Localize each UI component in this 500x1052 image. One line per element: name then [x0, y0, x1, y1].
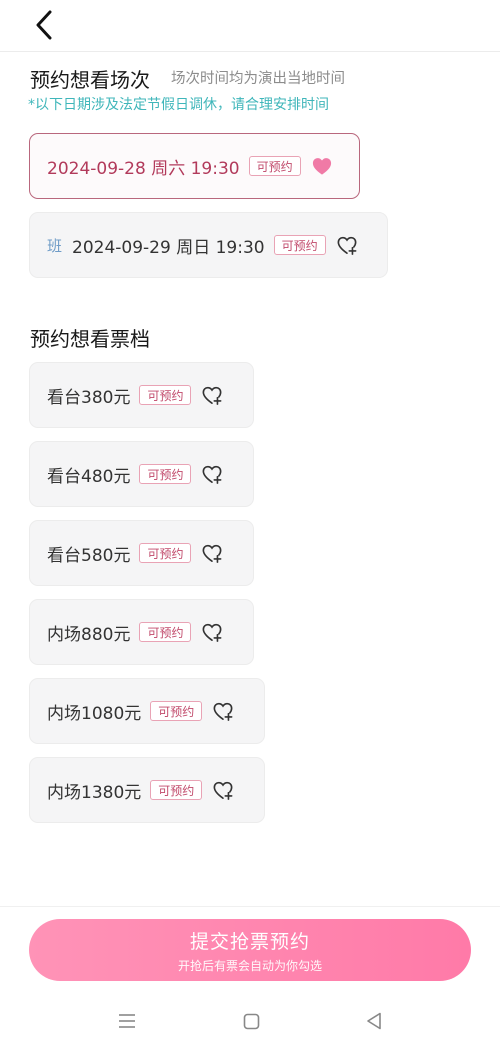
home-button[interactable]: [236, 1008, 266, 1034]
heart-plus-icon: [212, 780, 234, 800]
status-badge: 可预约: [139, 622, 192, 642]
heart-plus-icon: [201, 464, 223, 484]
home-square-icon: [243, 1013, 259, 1029]
chevron-left-icon: [36, 10, 52, 40]
top-bar: [0, 0, 500, 52]
back-button[interactable]: [26, 6, 62, 44]
system-nav-bar: [0, 990, 500, 1052]
heart-plus-icon: [201, 543, 223, 563]
sessions-title: 预约想看场次: [30, 68, 150, 92]
session-date: 2024-09-29 周日 19:30: [72, 237, 265, 258]
submit-hint: 开抢后有票会自动为你勾选: [177, 958, 322, 973]
holiday-notice: *以下日期涉及法定节假日调休，请合理安排时间: [28, 97, 329, 113]
ticket-option-580[interactable]: 看台580元 可预约: [29, 520, 254, 586]
workday-tag: 班: [47, 236, 63, 255]
ticket-price: 看台480元: [47, 466, 131, 487]
heart-plus-icon: [201, 385, 223, 405]
ticket-price: 内场1380元: [47, 782, 142, 803]
status-badge: 可预约: [273, 235, 326, 255]
session-option-2[interactable]: 班 2024-09-29 周日 19:30 可预约: [29, 212, 388, 278]
menu-button[interactable]: [112, 1008, 142, 1034]
ticket-option-1380[interactable]: 内场1380元 可预约: [29, 757, 265, 823]
ticket-price: 内场1080元: [47, 703, 142, 724]
status-badge: 可预约: [150, 701, 203, 721]
tickets-title: 预约想看票档: [30, 327, 150, 351]
submit-label: 提交抢票预约: [189, 930, 310, 953]
ticket-option-880[interactable]: 内场880元 可预约: [29, 599, 254, 665]
system-back-button[interactable]: [359, 1008, 389, 1034]
status-badge: 可预约: [139, 543, 192, 563]
session-option-1[interactable]: 2024-09-28 周六 19:30 可预约: [29, 133, 360, 199]
heart-plus-icon: [336, 235, 358, 255]
status-badge: 可预约: [139, 464, 192, 484]
status-badge: 可预约: [139, 385, 192, 405]
menu-icon: [119, 1014, 135, 1028]
heart-plus-icon: [201, 622, 223, 642]
session-date: 2024-09-28 周六 19:30: [47, 158, 240, 179]
status-badge: 可预约: [150, 780, 203, 800]
ticket-option-480[interactable]: 看台480元 可预约: [29, 441, 254, 507]
submit-reservation-button[interactable]: 提交抢票预约 开抢后有票会自动为你勾选: [29, 919, 471, 981]
sessions-subtitle: 场次时间均为演出当地时间: [171, 71, 345, 87]
heart-filled-icon: [311, 156, 333, 176]
heart-plus-icon: [212, 701, 234, 721]
ticket-price: 看台580元: [47, 545, 131, 566]
ticket-option-1080[interactable]: 内场1080元 可预约: [29, 678, 265, 744]
back-triangle-icon: [367, 1012, 381, 1030]
status-badge: 可预约: [248, 156, 301, 176]
ticket-price: 看台380元: [47, 387, 131, 408]
ticket-price: 内场880元: [47, 624, 131, 645]
ticket-option-380[interactable]: 看台380元 可预约: [29, 362, 254, 428]
